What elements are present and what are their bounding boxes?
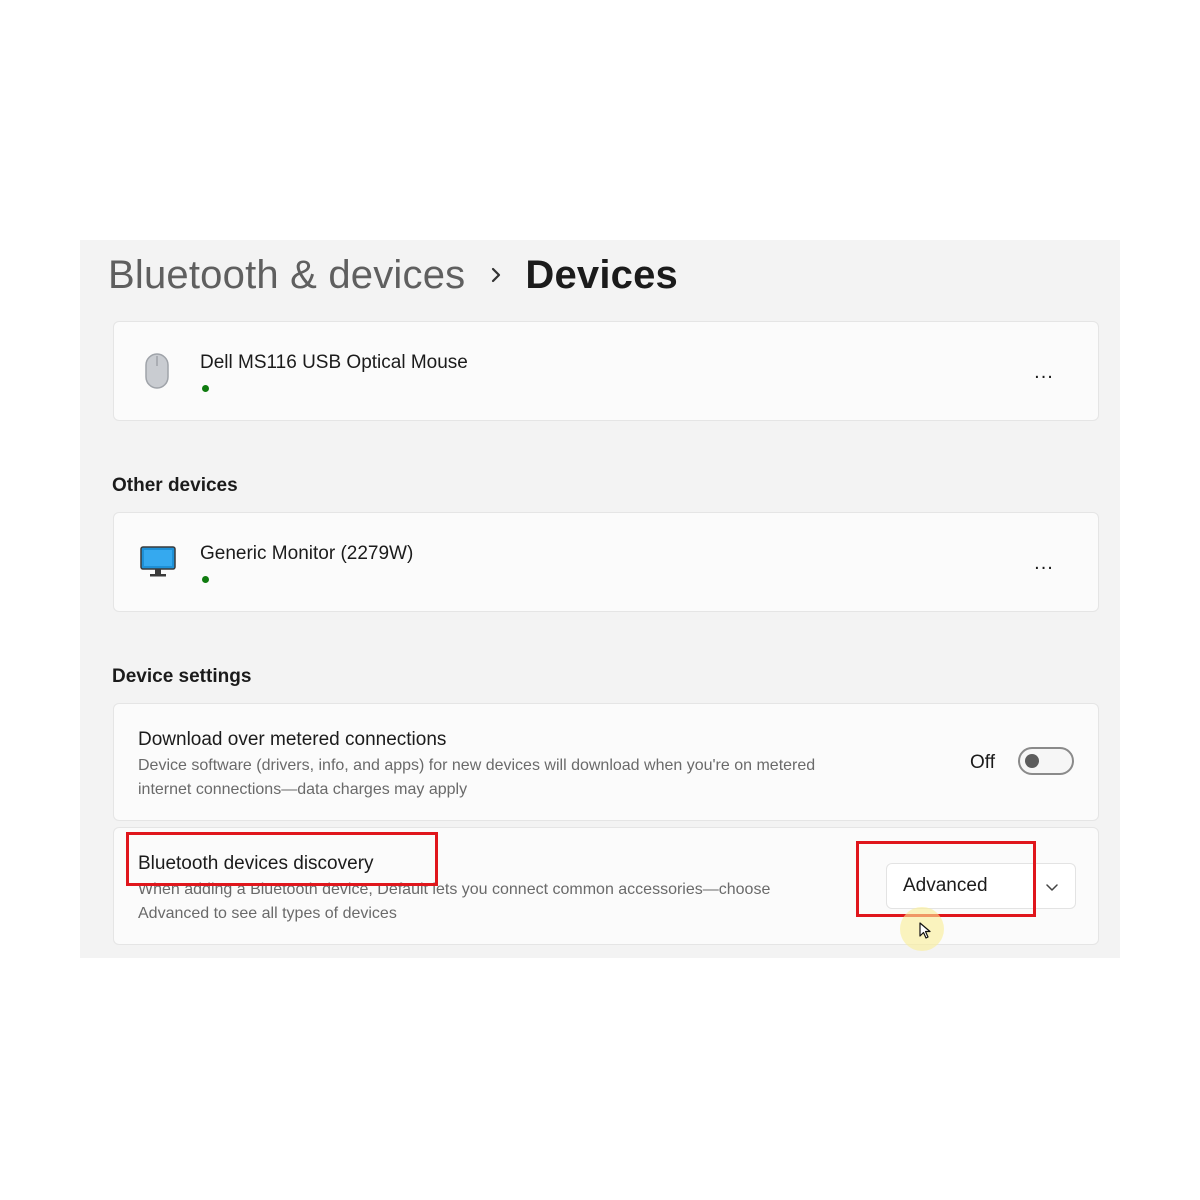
setting-metered-connections: Download over metered connections Device… xyxy=(113,703,1099,821)
setting-bluetooth-discovery: Bluetooth devices discovery When adding … xyxy=(113,827,1099,945)
metered-download-toggle[interactable] xyxy=(1018,747,1074,775)
toggle-state-label: Off xyxy=(970,752,995,773)
cursor-icon xyxy=(919,922,933,940)
device-card-mouse[interactable]: Dell MS116 USB Optical Mouse ... xyxy=(113,321,1099,421)
dropdown-selected-value: Advanced xyxy=(903,875,988,896)
page-title: Devices xyxy=(525,252,678,297)
chevron-right-icon xyxy=(489,266,503,284)
breadcrumb: Bluetooth & devices Devices xyxy=(108,250,678,300)
device-name: Dell MS116 USB Optical Mouse xyxy=(200,352,468,373)
section-title-other-devices: Other devices xyxy=(112,475,238,496)
breadcrumb-parent-link[interactable]: Bluetooth & devices xyxy=(108,253,465,298)
chevron-down-icon xyxy=(1045,880,1059,894)
monitor-icon xyxy=(140,543,176,583)
device-name: Generic Monitor (2279W) xyxy=(200,543,414,564)
setting-description: Device software (drivers, info, and apps… xyxy=(138,757,816,798)
section-title-device-settings: Device settings xyxy=(112,666,252,687)
more-options-button[interactable]: ... xyxy=(1026,360,1062,384)
setting-description: When adding a Bluetooth device, Default … xyxy=(138,881,771,922)
settings-window: Bluetooth & devices Devices Dell MS116 U… xyxy=(80,240,1120,958)
discovery-mode-dropdown[interactable]: Advanced xyxy=(886,863,1076,909)
connected-status-dot xyxy=(202,576,209,583)
toggle-knob xyxy=(1025,754,1039,768)
more-options-button[interactable]: ... xyxy=(1026,551,1062,575)
mouse-icon xyxy=(140,352,174,392)
setting-title: Bluetooth devices discovery xyxy=(138,853,374,874)
connected-status-dot xyxy=(202,385,209,392)
device-card-monitor[interactable]: Generic Monitor (2279W) ... xyxy=(113,512,1099,612)
setting-title: Download over metered connections xyxy=(138,729,447,750)
